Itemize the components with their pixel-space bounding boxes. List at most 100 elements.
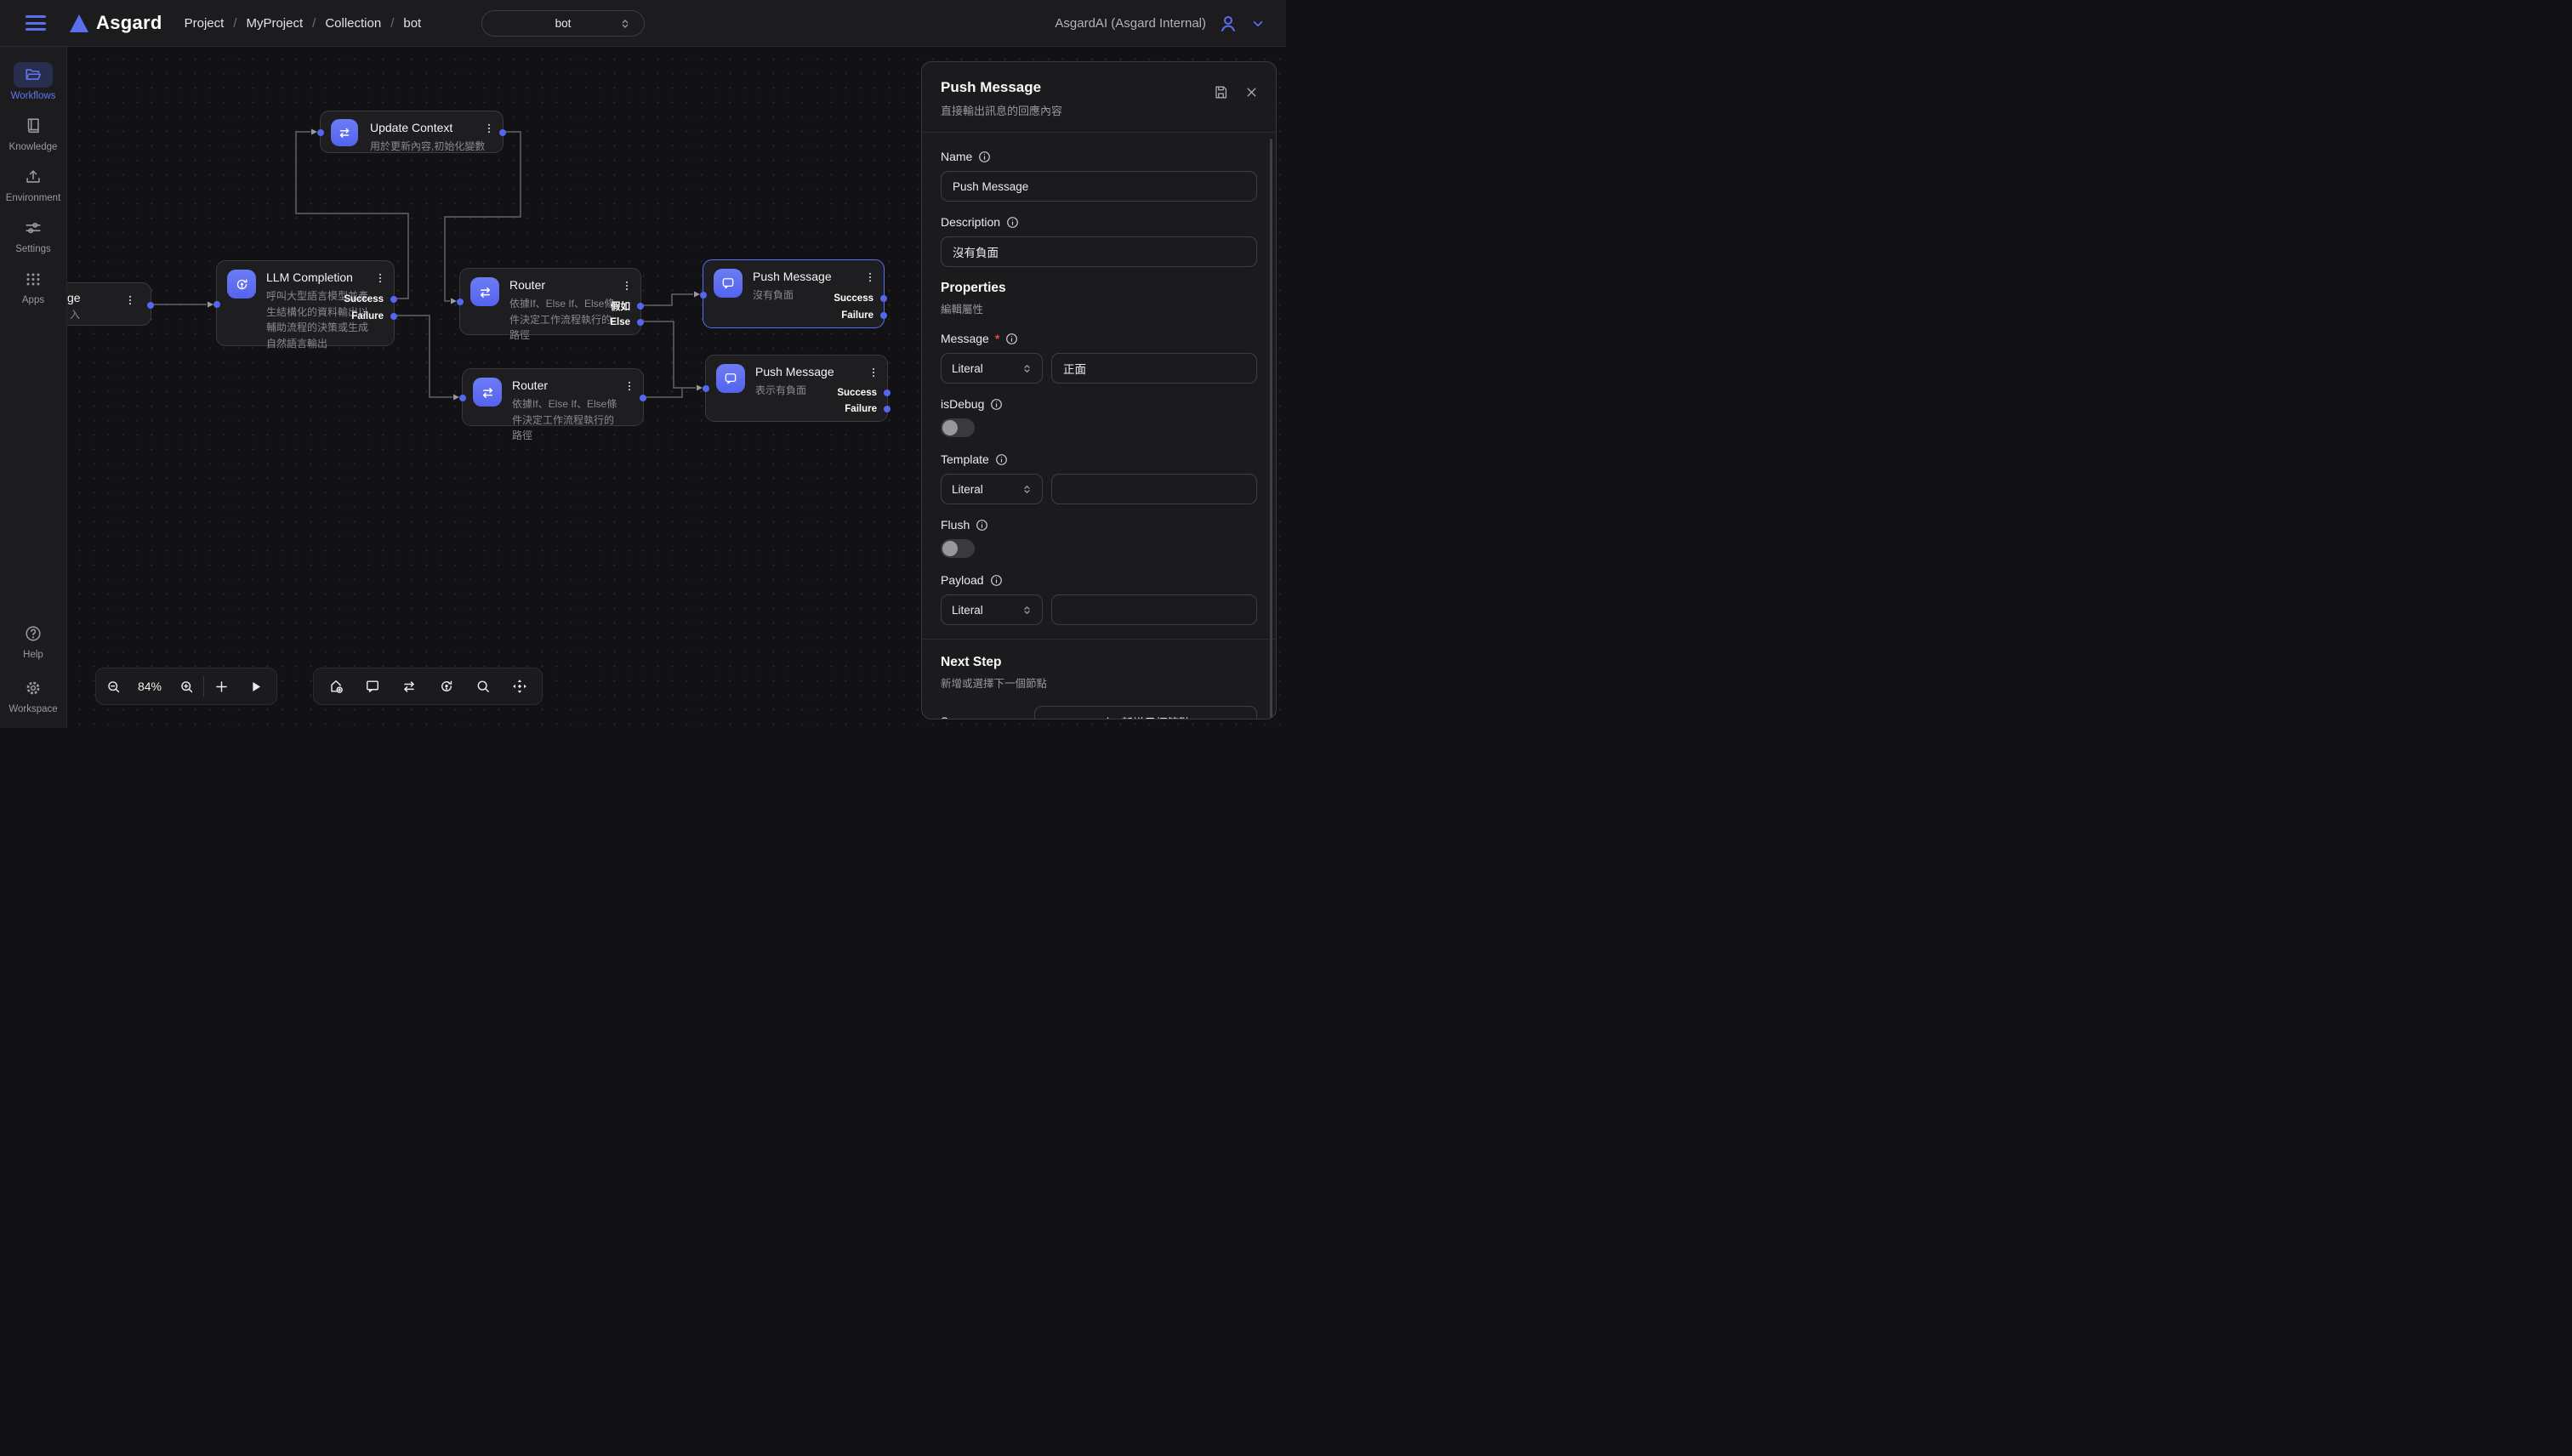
node-router-1[interactable]: Router 依據If、Else If、Else條件決定工作流程執行的路徑 假如… — [459, 268, 641, 335]
input-port[interactable] — [213, 301, 220, 308]
output-port-failure[interactable] — [880, 312, 887, 319]
output-port-success[interactable] — [884, 390, 891, 396]
output-label-success: Success — [837, 388, 877, 398]
updown-chevrons-icon — [618, 17, 632, 31]
kebab-menu-icon[interactable] — [618, 277, 635, 294]
add-target-label: 新增目標節點 — [1122, 714, 1191, 720]
save-icon[interactable] — [1213, 84, 1229, 100]
sidebar-item-knowledge[interactable]: Knowledge — [9, 113, 58, 152]
output-port-else[interactable] — [637, 319, 644, 326]
node-router-2[interactable]: Router 依據If、Else If、Else條件決定工作流程執行的路徑 — [462, 368, 644, 426]
message-field-label: Message * — [941, 332, 1257, 345]
template-type-select[interactable]: Literal — [941, 474, 1043, 504]
input-port[interactable] — [700, 292, 707, 299]
input-port[interactable] — [457, 299, 464, 305]
search-icon[interactable] — [469, 668, 498, 705]
sidebar-item-apps[interactable]: Apps — [14, 266, 53, 305]
add-icon[interactable] — [204, 668, 238, 705]
template-value-input[interactable] — [1051, 474, 1257, 504]
llm-tool-icon[interactable] — [432, 668, 461, 705]
workflow-selector-value: bot — [555, 17, 572, 30]
info-icon[interactable] — [990, 398, 1003, 411]
breadcrumb-project[interactable]: Project — [185, 16, 225, 31]
user-icon[interactable] — [1218, 14, 1238, 34]
name-input[interactable]: Push Message — [941, 171, 1257, 202]
sidebar-item-label: Workflows — [11, 91, 56, 101]
info-icon[interactable] — [978, 151, 991, 163]
zoom-in-icon[interactable] — [169, 668, 203, 705]
sidebar-item-help[interactable]: Help — [14, 621, 53, 660]
node-llm-completion[interactable]: LLM Completion 呼叫大型語言模型並產生結構化的資料輸出以輔助流程的… — [216, 260, 395, 346]
flush-toggle[interactable] — [941, 539, 975, 558]
description-label-text: Description — [941, 215, 1000, 229]
input-port[interactable] — [703, 385, 709, 392]
description-input-value: 沒有負面 — [953, 243, 999, 260]
node-push-message-1[interactable]: Push Message 沒有負面 Success Failure — [703, 259, 885, 328]
properties-subtitle: 編輯屬性 — [941, 300, 1257, 316]
output-port[interactable] — [640, 395, 646, 401]
upload-icon — [14, 164, 53, 190]
router-tool-icon[interactable] — [395, 668, 424, 705]
kebab-menu-icon[interactable] — [372, 270, 389, 287]
close-icon[interactable] — [1244, 84, 1259, 100]
description-input[interactable]: 沒有負面 — [941, 236, 1257, 267]
output-port[interactable] — [147, 302, 154, 309]
kebab-menu-icon[interactable] — [862, 269, 879, 286]
output-port-if[interactable] — [637, 303, 644, 310]
add-target-node-success-button[interactable]: 新增目標節點 — [1034, 706, 1257, 719]
account-chevron-down-icon[interactable] — [1250, 16, 1266, 31]
message-value-input[interactable]: 正面 — [1051, 353, 1257, 384]
hamburger-menu-icon[interactable] — [26, 15, 46, 31]
info-icon[interactable] — [1006, 216, 1019, 229]
kebab-menu-icon[interactable] — [122, 292, 139, 309]
input-port[interactable] — [317, 129, 324, 136]
brand[interactable]: Asgard — [70, 12, 162, 34]
name-field-label: Name — [941, 150, 1257, 163]
info-icon[interactable] — [995, 453, 1008, 466]
isdebug-toggle[interactable] — [941, 418, 975, 437]
breadcrumb-collection[interactable]: Collection — [325, 16, 381, 31]
add-node-icon[interactable] — [322, 668, 350, 705]
output-port-success[interactable] — [390, 296, 397, 303]
node-title: ge — [67, 291, 81, 304]
info-icon[interactable] — [976, 519, 988, 532]
output-port-success[interactable] — [880, 295, 887, 302]
sidebar-item-workflows[interactable]: Workflows — [11, 62, 56, 101]
input-port[interactable] — [459, 395, 466, 401]
breadcrumb-bot[interactable]: bot — [403, 16, 421, 31]
node-update-context[interactable]: Update Context 用於更新內容,初始化變數 — [320, 111, 504, 153]
zoom-out-icon[interactable] — [96, 668, 130, 705]
panel-scrollbar[interactable] — [1270, 139, 1272, 719]
node-push-message-2[interactable]: Push Message 表示有負面 Success Failure — [705, 355, 888, 422]
grid-icon — [14, 266, 53, 292]
node-desc: 依據If、Else If、Else條件決定工作流程執行的路徑 — [512, 396, 621, 444]
push-message-tool-icon[interactable] — [358, 668, 387, 705]
info-icon[interactable] — [990, 574, 1003, 587]
output-port-failure[interactable] — [390, 313, 397, 320]
run-play-icon[interactable] — [238, 668, 272, 705]
book-icon — [14, 113, 53, 139]
info-icon[interactable] — [1005, 333, 1018, 345]
sidebar-item-workspace[interactable]: Workspace — [9, 675, 57, 714]
payload-value-input[interactable] — [1051, 594, 1257, 625]
required-marker: * — [995, 332, 999, 345]
breadcrumb-separator: / — [312, 16, 316, 31]
name-label-text: Name — [941, 150, 972, 163]
sidebar-item-settings[interactable]: Settings — [14, 215, 53, 254]
sidebar-item-label: Apps — [22, 295, 44, 305]
message-type-value: Literal — [952, 362, 983, 375]
workflow-selector[interactable]: bot — [481, 10, 645, 37]
payload-type-select[interactable]: Literal — [941, 594, 1043, 625]
breadcrumb-myproject[interactable]: MyProject — [246, 16, 303, 31]
node-start[interactable]: ge 入 — [67, 282, 151, 326]
kebab-menu-icon[interactable] — [865, 364, 882, 381]
swap-arrows-icon — [473, 378, 502, 407]
kebab-menu-icon[interactable] — [481, 120, 498, 137]
message-type-select[interactable]: Literal — [941, 353, 1043, 384]
kebab-menu-icon[interactable] — [621, 378, 638, 395]
move-tool-icon[interactable] — [505, 668, 534, 705]
sidebar-item-environment[interactable]: Environment — [6, 164, 61, 203]
output-port-failure[interactable] — [884, 406, 891, 412]
message-input-value: 正面 — [1063, 360, 1086, 377]
output-port[interactable] — [499, 129, 506, 136]
